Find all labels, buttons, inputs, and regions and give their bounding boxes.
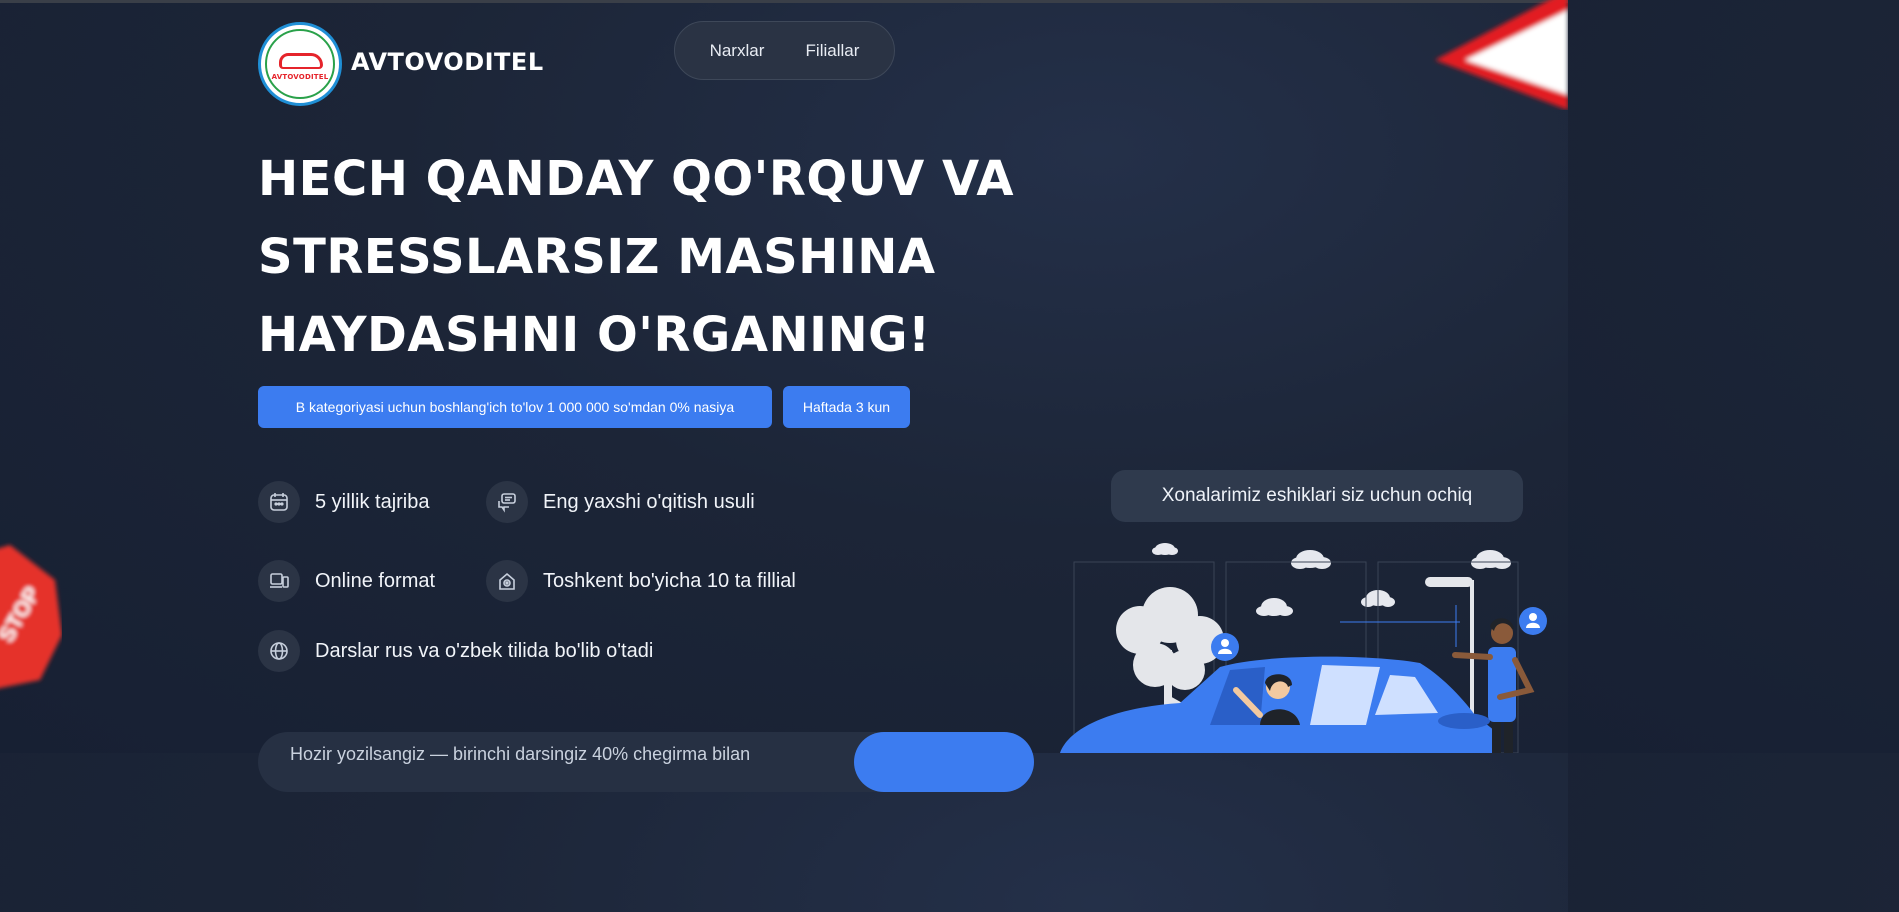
car-icon xyxy=(279,53,323,69)
location-icon xyxy=(486,560,528,602)
feature-online: Online format xyxy=(258,560,435,602)
brand-name[interactable]: AVTOVODITEL xyxy=(351,48,544,76)
headline-line: HECH QANDAY QO'RQUV VA xyxy=(258,151,1015,207)
logo-text: AVTOVODITEL xyxy=(271,73,329,81)
logo[interactable]: AVTOVODITEL xyxy=(258,22,342,106)
nav-prices-link[interactable]: Narxlar xyxy=(710,41,765,61)
feature-method: Eng yaxshi o'qitish usuli xyxy=(486,481,755,523)
devices-icon xyxy=(258,560,300,602)
chat-icon xyxy=(486,481,528,523)
feature-label: Eng yaxshi o'qitish usuli xyxy=(543,490,755,513)
window-top-border xyxy=(0,0,1568,3)
feature-label: Toshkent bo'yicha 10 ta fillial xyxy=(543,569,796,592)
calendar-icon xyxy=(258,481,300,523)
stop-sign-icon: STOP xyxy=(0,545,62,688)
installment-badge: B kategoriyasi uchun boshlang'ich to'lov… xyxy=(258,386,772,428)
open-doors-callout: Xonalarimiz eshiklari siz uchun ochiq xyxy=(1111,470,1523,522)
globe-icon xyxy=(258,630,300,672)
warning-sign-icon xyxy=(1435,0,1568,110)
feature-languages: Darslar rus va o'zbek tilida bo'lib o'ta… xyxy=(258,630,653,672)
headline-line: HAYDASHNI O'RGANING! xyxy=(258,307,931,363)
signup-button[interactable] xyxy=(854,732,1034,792)
car-illustration xyxy=(1060,543,1547,753)
feature-label: 5 yillik tajriba xyxy=(315,490,430,513)
nav-branches-link[interactable]: Filiallar xyxy=(806,41,860,61)
feature-branches: Toshkent bo'yicha 10 ta fillial xyxy=(486,560,796,602)
main-nav: Narxlar Filiallar xyxy=(674,21,895,80)
feature-label: Darslar rus va o'zbek tilida bo'lib o'ta… xyxy=(315,639,654,662)
feature-experience: 5 yillik tajriba xyxy=(258,481,429,523)
schedule-badge: Haftada 3 kun xyxy=(783,386,910,428)
logo-emblem: AVTOVODITEL xyxy=(265,29,335,99)
headline-line: STRESSLARSIZ MASHINA xyxy=(258,229,936,285)
promo-text: Hozir yozilsangiz — birinchi darsingiz 4… xyxy=(290,744,751,764)
promo-bar: Hozir yozilsangiz — birinchi darsingiz 4… xyxy=(258,732,1034,792)
page-title: HECH QANDAY QO'RQUV VA STRESSLARSIZ MASH… xyxy=(258,140,1038,374)
feature-label: Online format xyxy=(315,569,436,592)
